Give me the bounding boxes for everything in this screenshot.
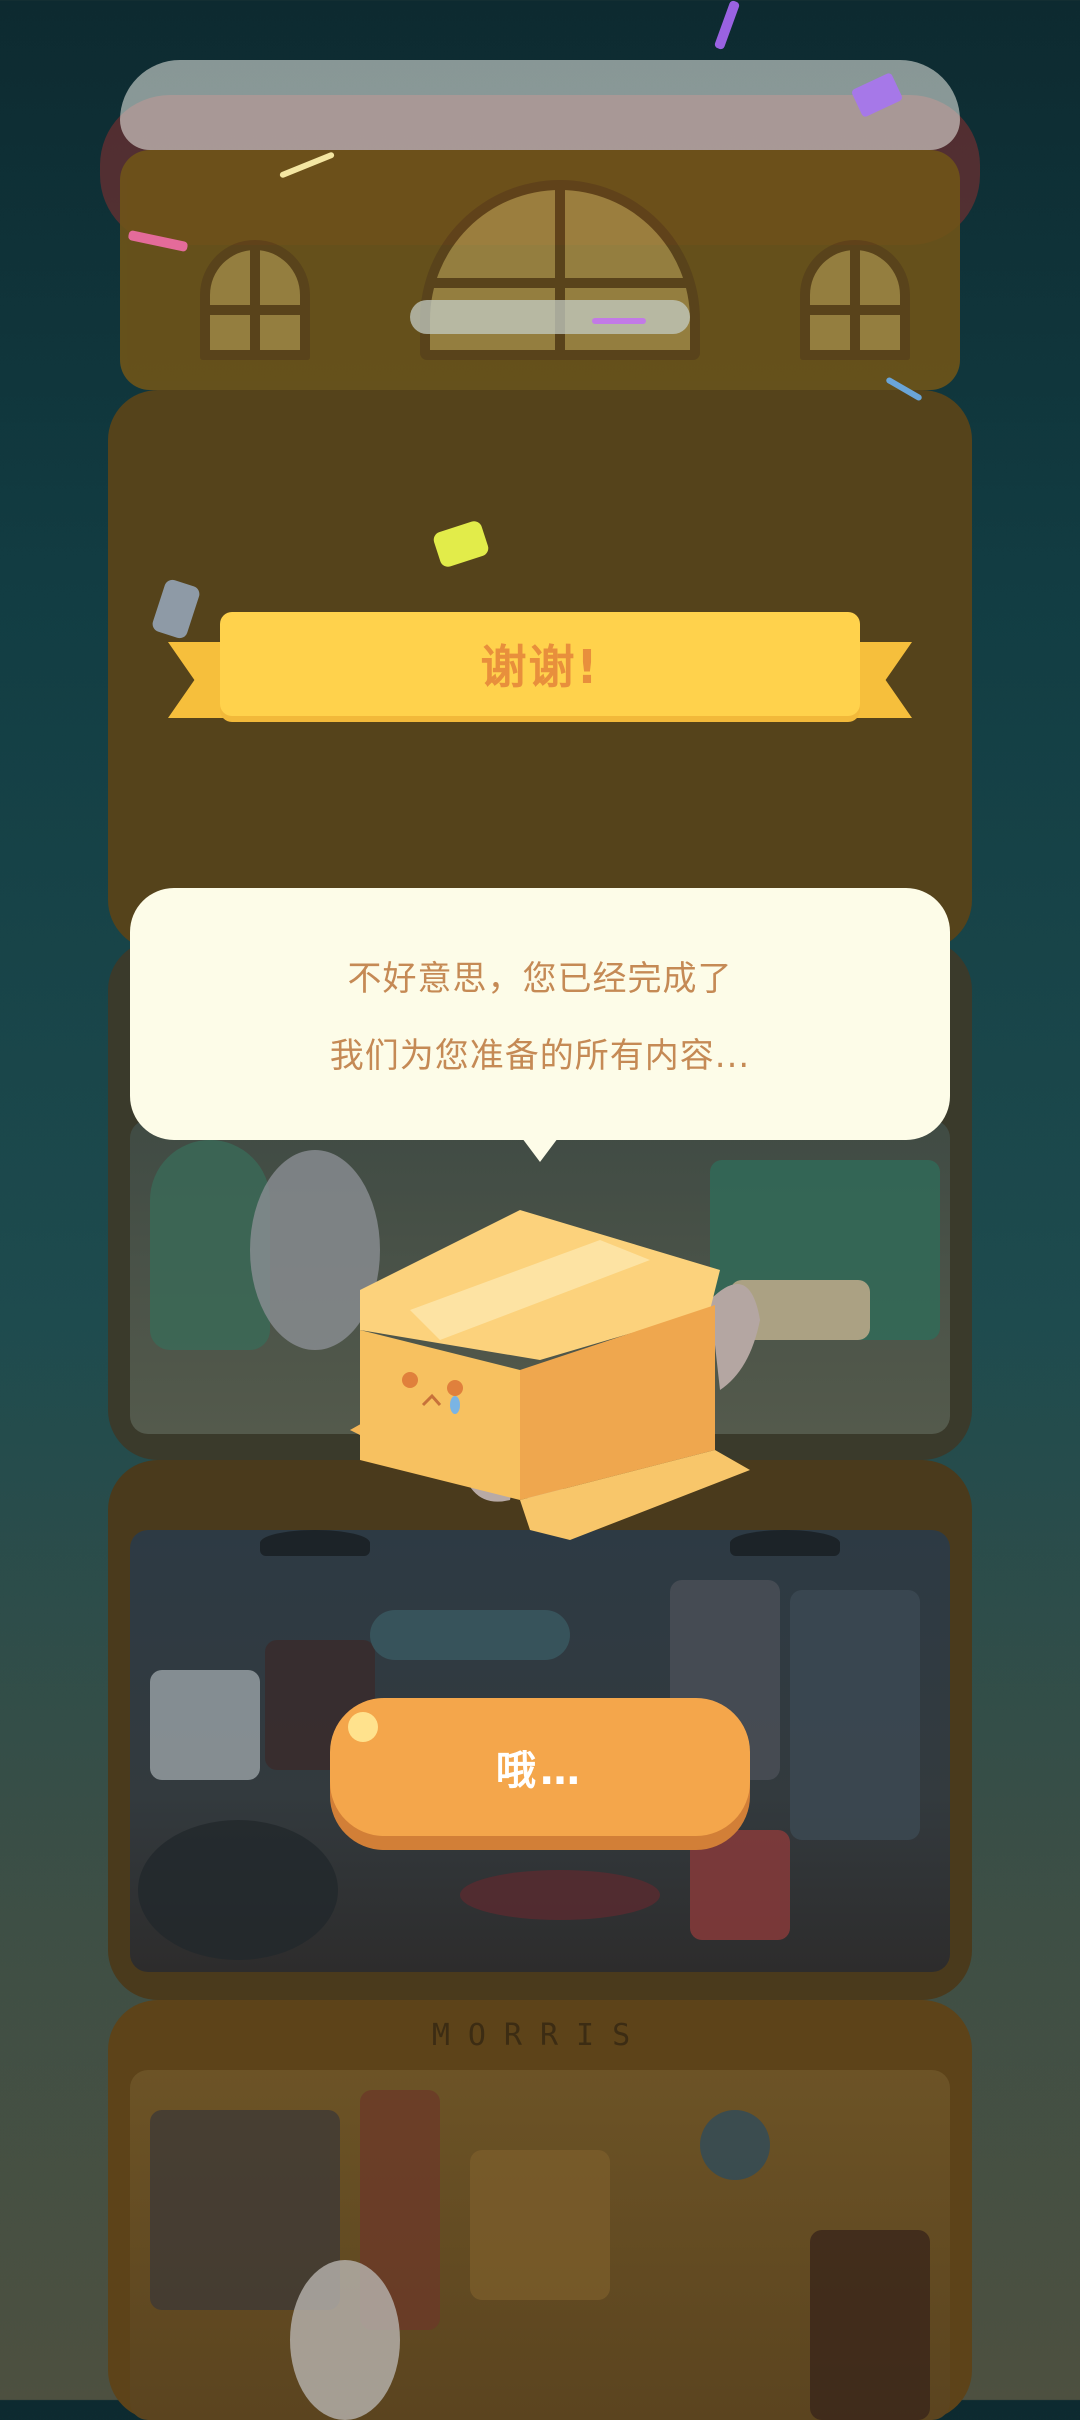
wall-clock: [700, 2110, 770, 2180]
box-tear: [450, 1396, 460, 1414]
box-eye-right: [447, 1380, 463, 1396]
button-shine: [348, 1712, 378, 1742]
dialog-line-2: 我们为您准备的所有内容...: [329, 1036, 751, 1076]
banner-title: 谢谢!: [480, 640, 600, 694]
attic-window-right: [800, 240, 910, 360]
clothes-rack: [790, 1590, 920, 1840]
ok-button[interactable]: 哦…: [330, 1698, 750, 1836]
attic-window-left: [200, 240, 310, 360]
thanks-banner: 谢谢!: [168, 612, 912, 720]
attic: [120, 150, 960, 390]
banner-plate: 谢谢!: [220, 612, 860, 716]
backpack: [690, 1830, 790, 1940]
box-eye-left: [402, 1372, 418, 1388]
box-character-svg: [350, 1210, 760, 1540]
speech-bubble: 不好意思，您已经完成了 我们为您准备的所有内容...: [130, 888, 950, 1140]
skateboard: [370, 1610, 570, 1660]
window-snow: [410, 300, 690, 334]
ok-button-label: 哦…: [496, 1748, 584, 1794]
floor-sign: MORRIS: [431, 2018, 649, 2053]
radio: [150, 1670, 260, 1780]
roof-snow: [120, 60, 960, 150]
dialog-line-1: 不好意思，您已经完成了: [347, 959, 733, 999]
stove: [810, 2230, 930, 2420]
floor-workshop: MORRIS: [108, 2000, 972, 2420]
wall-shelf: [470, 2150, 610, 2300]
cardboard-box-character-icon: [320, 1200, 760, 1560]
confetti: [592, 318, 646, 324]
workshop-room: [130, 2070, 950, 2420]
rug: [460, 1870, 660, 1920]
cat-tail: [710, 1284, 760, 1390]
box-front: [360, 1330, 520, 1500]
captain-cat: [290, 2260, 400, 2420]
sleeping-cat: [138, 1820, 338, 1960]
